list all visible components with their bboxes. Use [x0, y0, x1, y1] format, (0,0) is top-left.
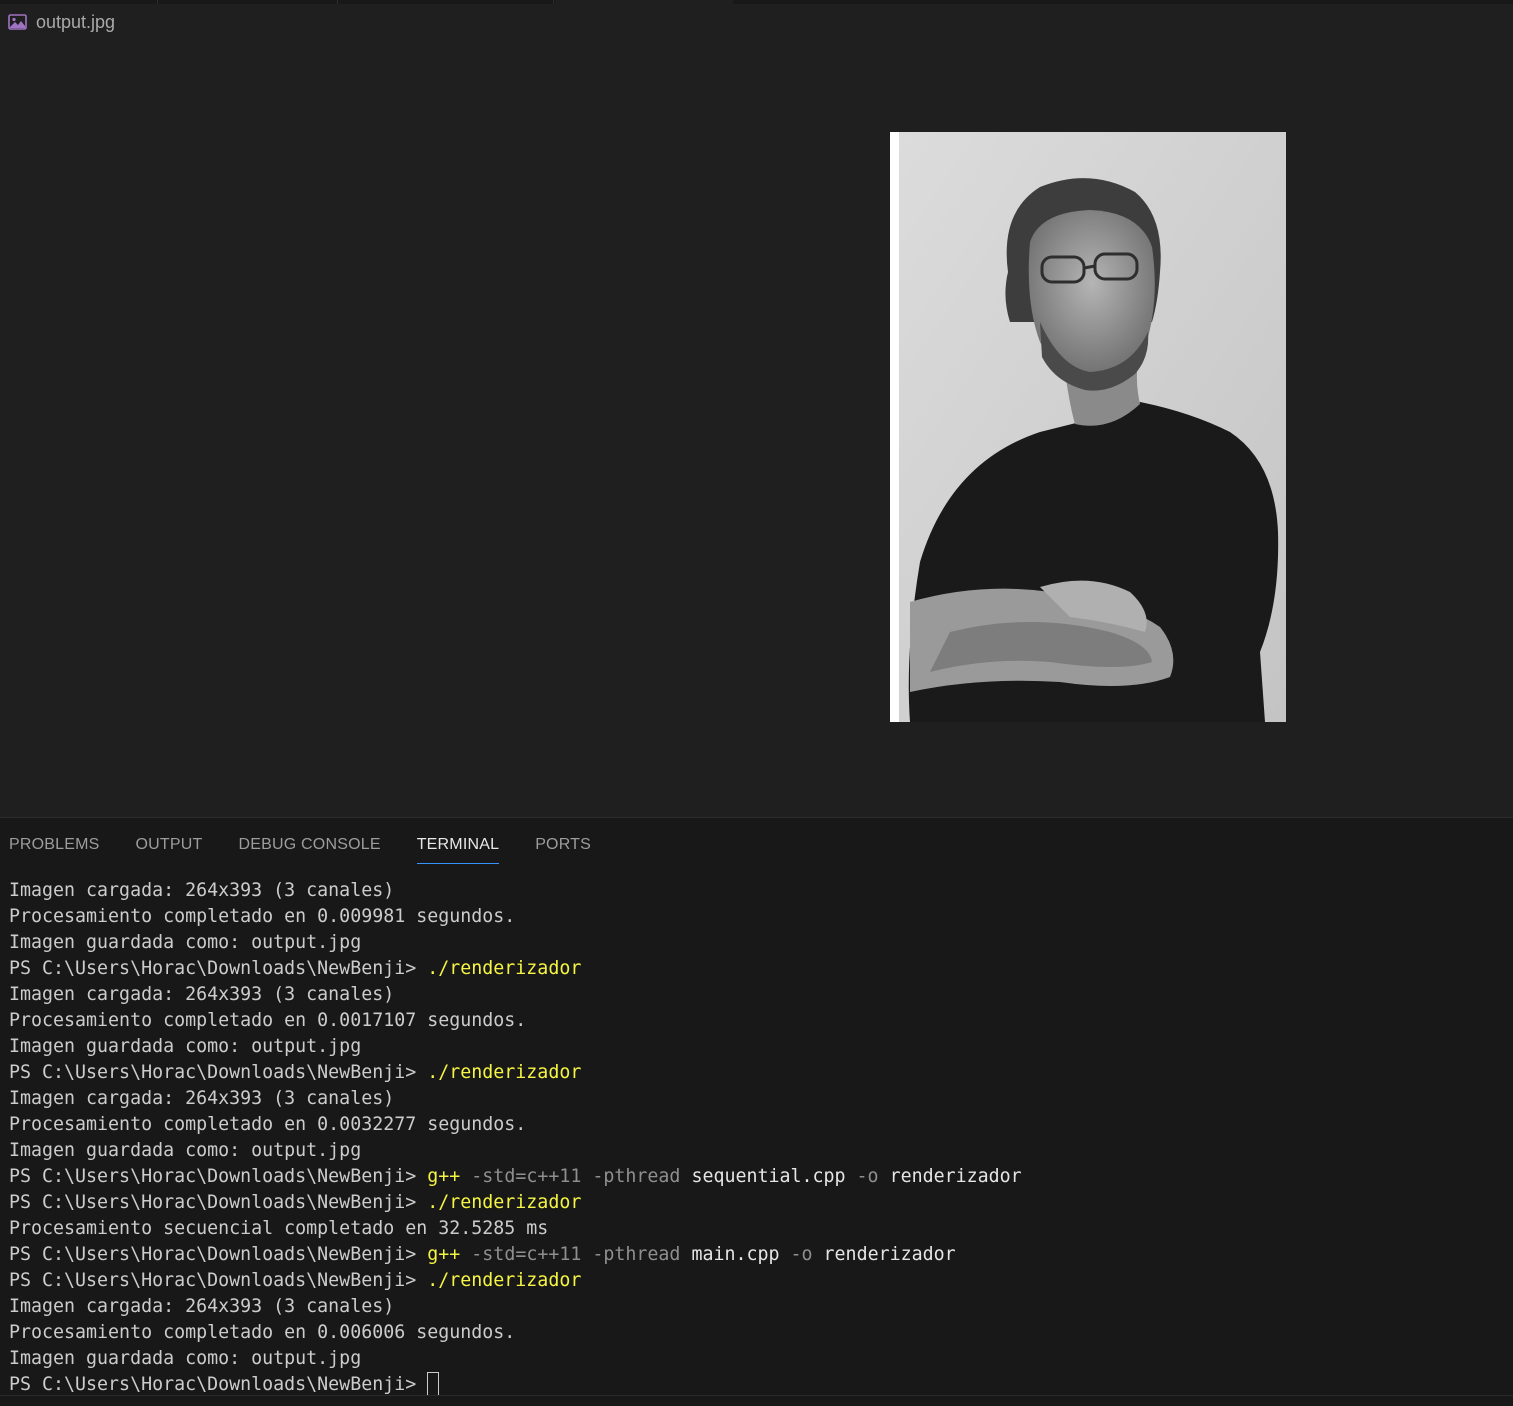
portrait-photo: [890, 132, 1286, 722]
terminal-argument: renderizador: [823, 1244, 956, 1265]
terminal-line: PS C:\Users\Horac\Downloads\NewBenji> ./…: [9, 956, 1499, 982]
terminal-prompt: PS C:\Users\Horac\Downloads\NewBenji>: [9, 1166, 417, 1187]
terminal-line: Procesamiento completado en 0.006006 seg…: [9, 1320, 1499, 1346]
terminal-line: PS C:\Users\Horac\Downloads\NewBenji> ./…: [9, 1060, 1499, 1086]
terminal-line: Imagen cargada: 264x393 (3 canales): [9, 1086, 1499, 1112]
panel-tab-bar: PROBLEMS OUTPUT DEBUG CONSOLE TERMINAL P…: [9, 836, 627, 864]
terminal-line: Imagen cargada: 264x393 (3 canales): [9, 1294, 1499, 1320]
terminal-line: Procesamiento completado en 0.0032277 se…: [9, 1112, 1499, 1138]
terminal-prompt: PS C:\Users\Horac\Downloads\NewBenji>: [9, 1062, 417, 1083]
terminal-line: Procesamiento completado en 0.009981 seg…: [9, 904, 1499, 930]
terminal-argument: sequential.cpp: [691, 1166, 846, 1187]
terminal-line: Imagen guardada como: output.jpg: [9, 1034, 1499, 1060]
terminal-output-text: Procesamiento completado en 0.006006 seg…: [9, 1322, 516, 1343]
terminal-output-text: Procesamiento completado en 0.009981 seg…: [9, 906, 516, 927]
terminal-command: ./renderizador: [427, 1192, 582, 1213]
terminal-output-text: Imagen guardada como: output.jpg: [9, 1036, 362, 1057]
terminal-line: PS C:\Users\Horac\Downloads\NewBenji> ./…: [9, 1268, 1499, 1294]
terminal-line: Imagen guardada como: output.jpg: [9, 930, 1499, 956]
terminal-output[interactable]: Imagen cargada: 264x393 (3 canales) Proce…: [9, 878, 1499, 1398]
terminal-line: PS C:\Users\Horac\Downloads\NewBenji> g+…: [9, 1242, 1499, 1268]
terminal-output-text: Procesamiento completado en 0.0017107 se…: [9, 1010, 527, 1031]
terminal-output-text: Imagen cargada: 264x393 (3 canales): [9, 1088, 395, 1109]
terminal-prompt: PS C:\Users\Horac\Downloads\NewBenji>: [9, 1270, 417, 1291]
tab-ports[interactable]: PORTS: [535, 836, 591, 862]
terminal-prompt: PS C:\Users\Horac\Downloads\NewBenji>: [9, 1192, 417, 1213]
terminal-command: g++: [427, 1244, 461, 1265]
terminal-line: Imagen guardada como: output.jpg: [9, 1346, 1499, 1372]
terminal-command: g++: [427, 1166, 461, 1187]
terminal-command: ./renderizador: [427, 958, 582, 979]
terminal-flags: -o: [790, 1244, 813, 1265]
bottom-panel: PROBLEMS OUTPUT DEBUG CONSOLE TERMINAL P…: [0, 817, 1513, 1406]
terminal-command: ./renderizador: [427, 1270, 582, 1291]
terminal-prompt: PS C:\Users\Horac\Downloads\NewBenji>: [9, 958, 417, 979]
image-preview-editor: output.jpg: [0, 4, 1513, 817]
terminal-line: Imagen guardada como: output.jpg: [9, 1138, 1499, 1164]
panel-bottom-border: [0, 1395, 1513, 1396]
tab-output[interactable]: OUTPUT: [136, 836, 203, 862]
terminal-line: Procesamiento completado en 0.0017107 se…: [9, 1008, 1499, 1034]
terminal-output-text: Procesamiento completado en 0.0032277 se…: [9, 1114, 527, 1135]
preview-image: [890, 132, 1286, 722]
terminal-line: Imagen cargada: 264x393 (3 canales): [9, 982, 1499, 1008]
breadcrumb-file-name[interactable]: output.jpg: [36, 12, 115, 33]
terminal-cursor[interactable]: [427, 1372, 440, 1396]
terminal-line: PS C:\Users\Horac\Downloads\NewBenji> ./…: [9, 1190, 1499, 1216]
terminal-line: Procesamiento secuencial completado en 3…: [9, 1216, 1499, 1242]
terminal-output-text: Imagen cargada: 264x393 (3 canales): [9, 984, 395, 1005]
terminal-command: ./renderizador: [427, 1062, 582, 1083]
terminal-output-text: Imagen cargada: 264x393 (3 canales): [9, 1296, 395, 1317]
terminal-argument: renderizador: [889, 1166, 1022, 1187]
tab-terminal[interactable]: TERMINAL: [416, 836, 500, 864]
terminal-output-text: Imagen guardada como: output.jpg: [9, 1140, 362, 1161]
terminal-output-text: Imagen guardada como: output.jpg: [9, 932, 362, 953]
terminal-line: Imagen cargada: 264x393 (3 canales): [9, 878, 1499, 904]
terminal-output-text: Imagen guardada como: output.jpg: [9, 1348, 362, 1369]
image-file-icon: [8, 14, 27, 30]
terminal-argument: main.cpp: [691, 1244, 780, 1265]
terminal-line: PS C:\Users\Horac\Downloads\NewBenji> g+…: [9, 1164, 1499, 1190]
tab-debug-console[interactable]: DEBUG CONSOLE: [239, 836, 381, 862]
terminal-output-text: Procesamiento secuencial completado en 3…: [9, 1218, 549, 1239]
terminal-output-text: Imagen cargada: 264x393 (3 canales): [9, 880, 395, 901]
breadcrumb[interactable]: output.jpg: [8, 12, 115, 32]
terminal-prompt: PS C:\Users\Horac\Downloads\NewBenji>: [9, 1374, 417, 1395]
image-edge: [890, 132, 899, 722]
terminal-prompt: PS C:\Users\Horac\Downloads\NewBenji>: [9, 1244, 417, 1265]
terminal-flags: -o: [856, 1166, 879, 1187]
tab-problems[interactable]: PROBLEMS: [9, 836, 100, 862]
terminal-flags: -std=c++11 -pthread: [471, 1244, 681, 1265]
terminal-flags: -std=c++11 -pthread: [471, 1166, 681, 1187]
